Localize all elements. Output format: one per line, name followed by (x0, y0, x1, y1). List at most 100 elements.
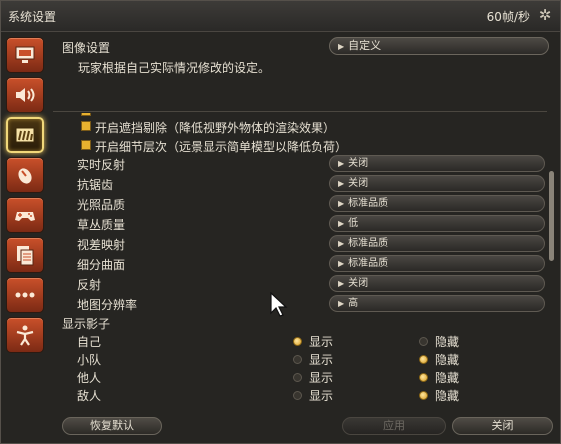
setting-dropdown[interactable]: ▶ 标准品质 (329, 235, 545, 252)
monitor-icon (15, 46, 35, 63)
preset-dropdown[interactable]: ▶ 自定义 (329, 37, 549, 55)
setting-label: 反射 (77, 278, 102, 292)
category-gamepad-button[interactable] (6, 197, 44, 233)
hide-label: 隐藏 (435, 389, 460, 403)
shadow-row-label: 小队 (77, 353, 102, 367)
hide-radio[interactable] (419, 373, 428, 382)
shadow-section-title: 显示影子 (62, 317, 111, 331)
system-settings-window: 系统设置 60帧/秒 ✲ 图像设置 ▶ 自定义 玩家根据自己实际情况修改的设定。… (0, 0, 561, 444)
triangle-right-icon: ▶ (338, 279, 345, 288)
shadow-row-party: 小队 显示 隐藏 (53, 351, 547, 369)
graphics-icon (15, 127, 35, 143)
category-log-button[interactable] (6, 237, 44, 273)
show-radio[interactable] (293, 355, 302, 364)
document-icon (17, 246, 34, 266)
category-other-button[interactable] (6, 277, 44, 313)
setting-dropdown[interactable]: ▶ 关闭 (329, 275, 545, 292)
person-icon (16, 325, 34, 346)
category-mouse-button[interactable] (6, 157, 44, 193)
triangle-right-icon: ▶ (338, 199, 345, 208)
scrollbar-thumb[interactable] (549, 171, 554, 261)
setting-dropdown[interactable]: ▶ 标准品质 (329, 195, 545, 212)
shadow-row-self: 自己 显示 隐藏 (53, 333, 547, 351)
show-radio[interactable] (293, 391, 302, 400)
section-description: 玩家根据自己实际情况修改的设定。 (78, 61, 271, 75)
mouse-icon (18, 168, 32, 184)
category-display-button[interactable] (6, 37, 44, 73)
triangle-right-icon: ▶ (338, 239, 345, 248)
category-accessibility-button[interactable] (6, 317, 44, 353)
setting-label: 草丛质量 (77, 218, 126, 232)
speaker-icon (16, 88, 35, 102)
checkbox-row[interactable]: 开启遮挡剔除（降低视野外物体的渲染效果） (53, 117, 547, 137)
hide-radio[interactable] (419, 391, 428, 400)
show-label: 显示 (309, 353, 334, 367)
setting-row: 细分曲面 ▶ 标准品质 (53, 254, 547, 274)
reset-defaults-button[interactable]: 恢复默认 (62, 417, 162, 435)
checkbox[interactable] (81, 121, 91, 131)
setting-dropdown[interactable]: ▶ 高 (329, 295, 545, 312)
setting-label: 光照品质 (77, 198, 126, 212)
setting-label: 视差映射 (77, 238, 126, 252)
category-graphics-button[interactable] (6, 117, 44, 153)
setting-dropdown[interactable]: ▶ 关闭 (329, 175, 545, 192)
triangle-right-icon: ▶ (338, 299, 345, 308)
shadow-row-label: 他人 (77, 371, 102, 385)
mouse-cursor-icon (270, 292, 288, 317)
fps-counter: 60帧/秒 (486, 10, 530, 24)
show-label: 显示 (309, 389, 334, 403)
setting-dropdown[interactable]: ▶ 低 (329, 215, 545, 232)
show-label: 显示 (309, 371, 334, 385)
setting-label: 细分曲面 (77, 258, 126, 272)
divider (53, 111, 547, 112)
setting-dropdown[interactable]: ▶ 关闭 (329, 155, 545, 172)
category-sound-button[interactable] (6, 77, 44, 113)
settings-pane: 图像设置 ▶ 自定义 玩家根据自己实际情况修改的设定。 开启遮挡剔除（降低视野外物… (53, 33, 554, 409)
shadow-row-others: 他人 显示 隐藏 (53, 369, 547, 387)
setting-value: 标准品质 (348, 258, 389, 269)
checkbox[interactable] (81, 140, 91, 150)
setting-label: 抗锯齿 (77, 178, 114, 192)
hide-label: 隐藏 (435, 335, 460, 349)
setting-value: 关闭 (348, 278, 369, 289)
hide-radio[interactable] (419, 355, 428, 364)
setting-label: 地图分辨率 (77, 298, 138, 312)
setting-row: 地图分辨率 ▶ 高 (53, 294, 547, 314)
hide-radio[interactable] (419, 337, 428, 346)
setting-value: 低 (348, 218, 359, 229)
setting-row: 抗锯齿 ▶ 关闭 (53, 174, 547, 194)
more-icon (15, 292, 35, 298)
setting-value: 高 (348, 298, 359, 309)
footer: 恢复默认 应用 关闭 (1, 411, 560, 443)
shadow-row-label: 自己 (77, 335, 102, 349)
show-radio[interactable] (293, 337, 302, 346)
gamepad-icon (15, 212, 35, 221)
close-button[interactable]: 关闭 (452, 417, 553, 435)
checkbox-row[interactable]: 开启细节层次（远景显示简单模型以降低负荷） (53, 136, 547, 156)
settings-list[interactable]: 开启遮挡剔除（降低视野外物体的渲染效果） 开启细节层次（远景显示简单模型以降低负… (53, 113, 547, 343)
show-label: 显示 (309, 335, 334, 349)
show-radio[interactable] (293, 373, 302, 382)
category-sidebar (5, 37, 49, 357)
triangle-right-icon: ▶ (338, 159, 345, 168)
setting-row: 反射 ▶ 关闭 (53, 274, 547, 294)
title-bar: 系统设置 60帧/秒 ✲ (1, 1, 560, 32)
setting-row: 草丛质量 ▶ 低 (53, 214, 547, 234)
gear-icon[interactable]: ✲ (536, 6, 554, 24)
triangle-right-icon: ▶ (338, 259, 345, 268)
preset-value: 自定义 (348, 39, 382, 52)
hide-label: 隐藏 (435, 353, 460, 367)
setting-value: 关闭 (348, 158, 369, 169)
checkbox-label: 开启遮挡剔除（降低视野外物体的渲染效果） (95, 121, 336, 135)
section-label: 图像设置 (62, 41, 111, 55)
checkbox[interactable] (81, 113, 91, 116)
setting-dropdown[interactable]: ▶ 标准品质 (329, 255, 545, 272)
setting-row: 光照品质 ▶ 标准品质 (53, 194, 547, 214)
apply-button[interactable]: 应用 (342, 417, 446, 435)
hide-label: 隐藏 (435, 371, 460, 385)
triangle-right-icon: ▶ (338, 219, 345, 228)
setting-row: 视差映射 ▶ 标准品质 (53, 234, 547, 254)
checkbox-label: 开启细节层次（远景显示简单模型以降低负荷） (95, 140, 348, 154)
setting-row: 实时反射 ▶ 关闭 (53, 154, 547, 174)
setting-label: 实时反射 (77, 158, 126, 172)
